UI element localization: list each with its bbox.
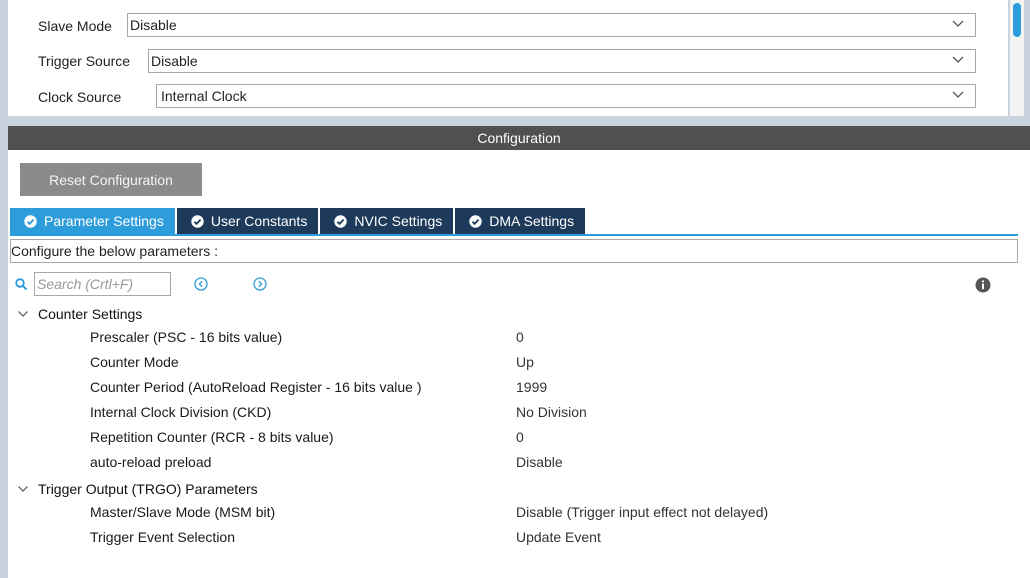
param-row[interactable]: auto-reload preload Disable bbox=[8, 454, 1018, 474]
param-value[interactable]: 0 bbox=[516, 329, 524, 345]
tab-label: NVIC Settings bbox=[354, 213, 443, 229]
param-name: Trigger Event Selection bbox=[90, 529, 235, 545]
chevron-down-icon bbox=[952, 20, 964, 27]
param-value[interactable]: 1999 bbox=[516, 379, 547, 395]
param-row[interactable]: Master/Slave Mode (MSM bit) Disable (Tri… bbox=[8, 504, 1018, 524]
search-input[interactable] bbox=[34, 272, 171, 296]
mode-scrollbar-thumb[interactable] bbox=[1013, 3, 1021, 37]
param-value[interactable]: Up bbox=[516, 354, 534, 370]
param-name: Repetition Counter (RCR - 8 bits value) bbox=[90, 429, 334, 445]
check-circle-icon bbox=[191, 214, 204, 228]
param-value[interactable]: 0 bbox=[516, 429, 524, 445]
previous-result-icon[interactable] bbox=[194, 277, 208, 291]
info-icon[interactable] bbox=[975, 277, 991, 293]
param-name: Prescaler (PSC - 16 bits value) bbox=[90, 329, 283, 345]
slave-mode-value: Disable bbox=[130, 17, 177, 33]
tab-underline bbox=[10, 234, 1018, 236]
check-circle-icon bbox=[469, 214, 482, 228]
chevron-down-icon bbox=[952, 56, 964, 63]
param-name: Internal Clock Division (CKD) bbox=[90, 404, 272, 420]
tab-dma-settings[interactable]: DMA Settings bbox=[455, 208, 586, 234]
param-row[interactable]: Prescaler (PSC - 16 bits value) 0 bbox=[8, 329, 1018, 349]
param-name: auto-reload preload bbox=[90, 454, 212, 470]
param-value[interactable]: Disable bbox=[516, 454, 563, 470]
group-label: Counter Settings bbox=[38, 306, 143, 322]
clock-source-value: Internal Clock bbox=[161, 88, 247, 104]
chevron-down-icon bbox=[18, 311, 28, 317]
search-icon bbox=[15, 278, 28, 291]
slave-mode-select[interactable]: Disable bbox=[127, 13, 976, 37]
param-row[interactable]: Counter Mode Up bbox=[8, 354, 1018, 374]
chevron-down-icon bbox=[18, 486, 28, 492]
mode-panel: Slave Mode Disable Trigger Source Disabl… bbox=[8, 0, 1008, 116]
tab-label: User Constants bbox=[210, 213, 308, 229]
param-name: Counter Period (AutoReload Register - 16… bbox=[90, 379, 422, 395]
reset-configuration-button[interactable]: Reset Configuration bbox=[20, 163, 202, 196]
tab-nvic-settings[interactable]: NVIC Settings bbox=[320, 208, 454, 234]
param-row[interactable]: Internal Clock Division (CKD) No Divisio… bbox=[8, 404, 1018, 424]
configuration-panel: Configuration Reset Configuration Parame… bbox=[8, 126, 1030, 578]
param-row[interactable]: Counter Period (AutoReload Register - 16… bbox=[8, 379, 1018, 399]
trigger-source-value: Disable bbox=[151, 53, 198, 69]
trigger-source-label: Trigger Source bbox=[38, 53, 131, 69]
param-value[interactable]: No Division bbox=[516, 404, 587, 420]
tab-label: Parameter Settings bbox=[44, 213, 164, 229]
param-row[interactable]: Trigger Event Selection Update Event bbox=[8, 529, 1018, 549]
clock-source-label: Clock Source bbox=[38, 89, 122, 105]
parameters-description: Configure the below parameters : bbox=[10, 239, 1018, 263]
tab-parameter-settings[interactable]: Parameter Settings bbox=[10, 208, 175, 234]
param-value[interactable]: Update Event bbox=[516, 529, 601, 545]
next-result-icon[interactable] bbox=[253, 277, 267, 291]
trigger-source-select[interactable]: Disable bbox=[148, 49, 976, 73]
config-tabs: Parameter Settings User Constants NVIC S… bbox=[10, 208, 587, 234]
check-circle-icon bbox=[334, 214, 348, 228]
configuration-header: Configuration bbox=[8, 126, 1030, 150]
param-name: Master/Slave Mode (MSM bit) bbox=[90, 504, 276, 520]
clock-source-select[interactable]: Internal Clock bbox=[156, 84, 976, 108]
group-label: Trigger Output (TRGO) Parameters bbox=[38, 481, 258, 497]
param-value[interactable]: Disable (Trigger input effect not delaye… bbox=[516, 504, 768, 520]
chevron-down-icon bbox=[952, 91, 964, 98]
slave-mode-label: Slave Mode bbox=[38, 18, 112, 34]
param-name: Counter Mode bbox=[90, 354, 179, 370]
tab-label: DMA Settings bbox=[489, 213, 575, 229]
tab-user-constants[interactable]: User Constants bbox=[176, 208, 319, 234]
check-circle-icon bbox=[24, 214, 37, 228]
param-row[interactable]: Repetition Counter (RCR - 8 bits value) … bbox=[8, 429, 1018, 449]
